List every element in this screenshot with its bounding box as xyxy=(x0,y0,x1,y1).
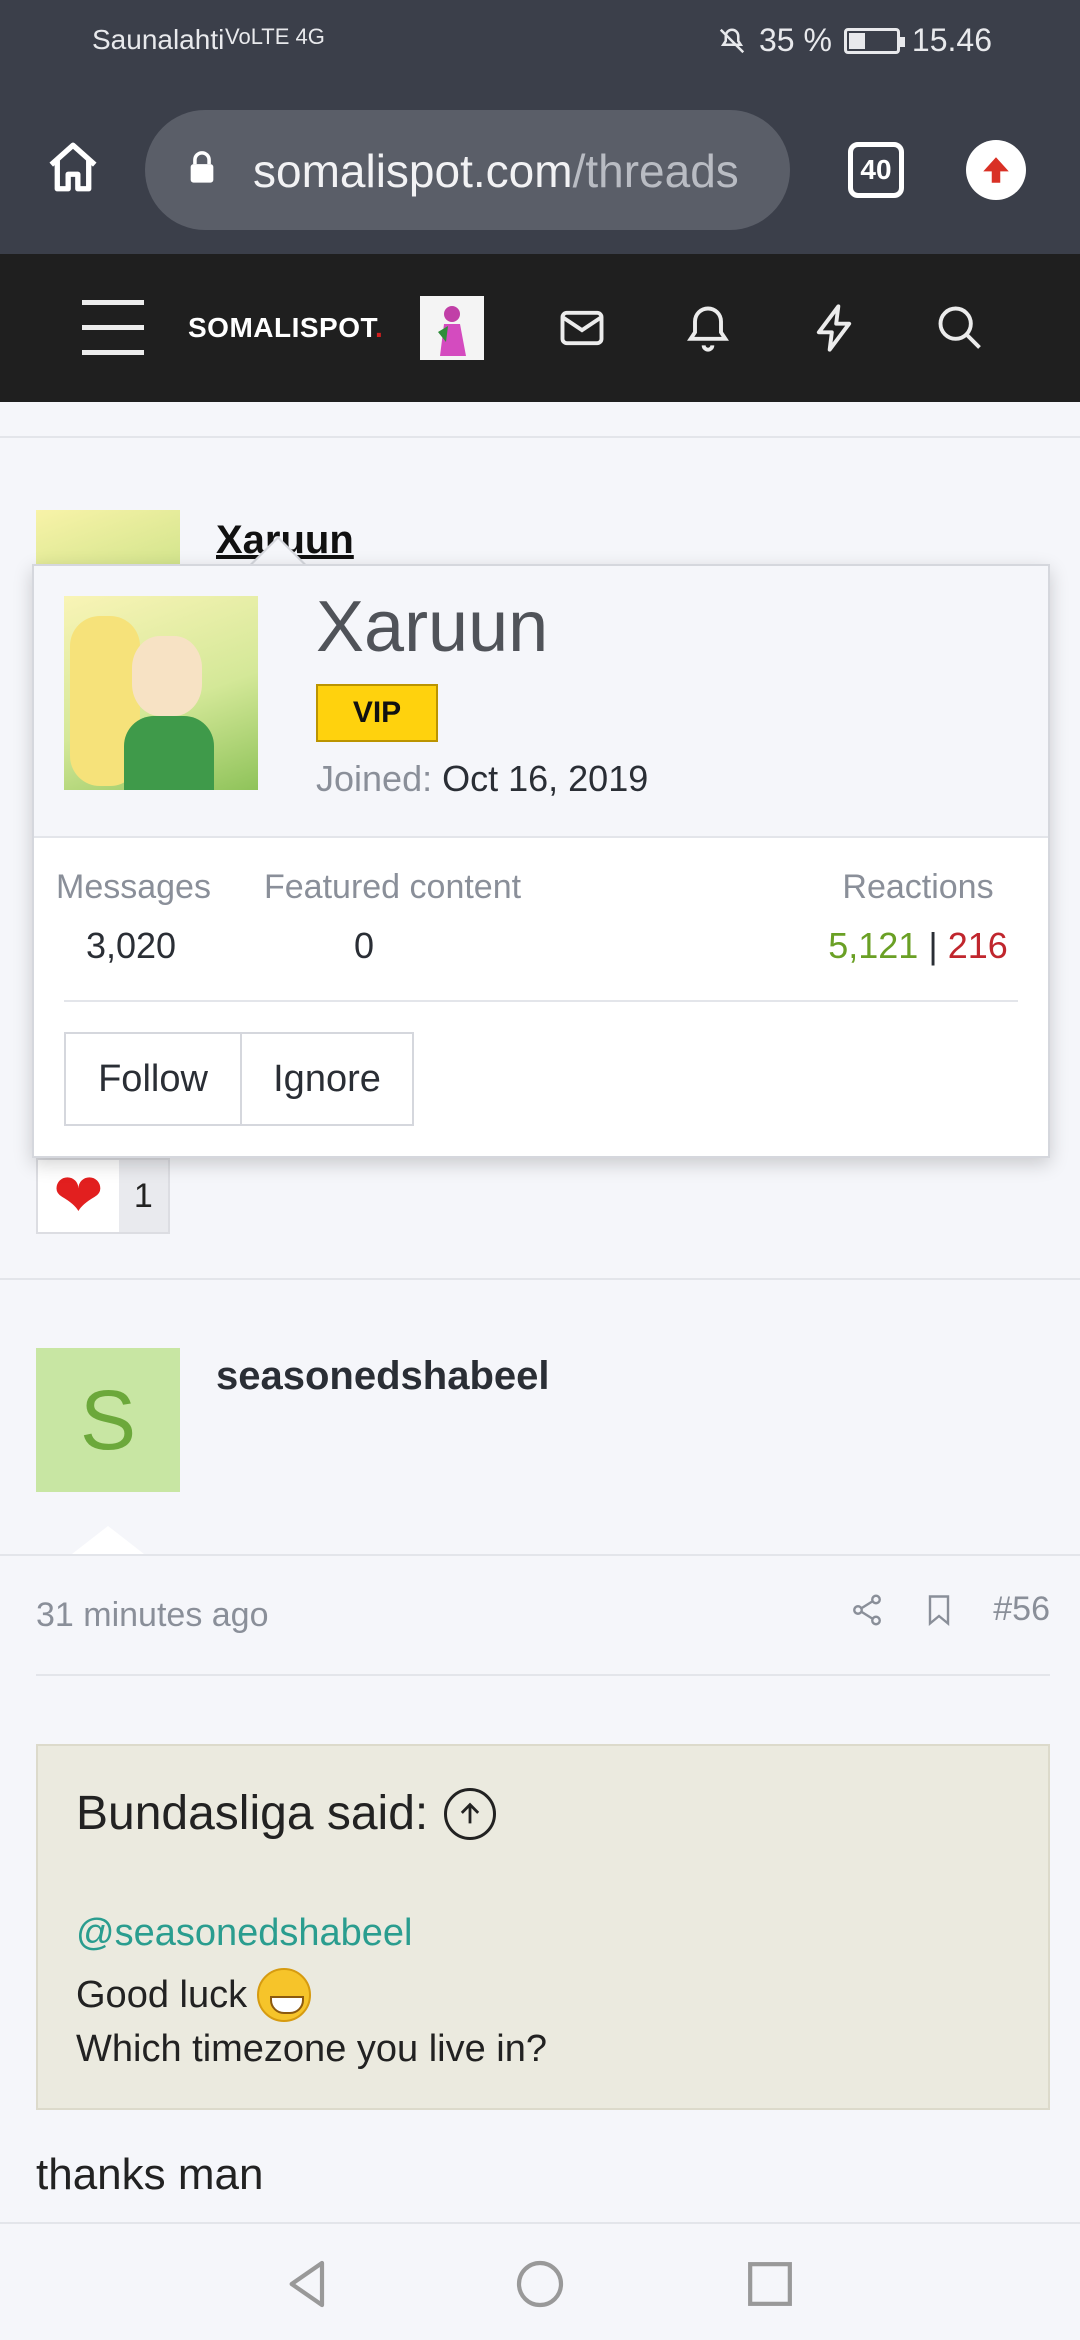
divider xyxy=(0,1278,1080,1280)
stat-value: 5,121 | 216 xyxy=(808,925,1028,967)
browser-toolbar: somalispot.com/threads 40 xyxy=(0,84,1080,254)
stat-value: 3,020 xyxy=(85,925,177,966)
site-logo[interactable]: SOMALISPOT. xyxy=(188,312,383,344)
system-nav-bar xyxy=(0,2222,1080,2340)
url-host: somalispot.com xyxy=(253,145,573,197)
url-path: /threads xyxy=(572,145,739,197)
update-button[interactable] xyxy=(966,140,1026,200)
vip-badge: VIP xyxy=(316,684,438,742)
arrow-up-icon xyxy=(983,157,1009,183)
status-right: 35 % 15.46 xyxy=(717,22,992,59)
network-indicators: VoLTE 4G xyxy=(225,24,325,49)
quote-block: Bundasliga said: @seasonedshabeel Good l… xyxy=(36,1744,1050,2110)
member-joined: Joined: Oct 16, 2019 xyxy=(316,758,648,800)
reaction-summary[interactable]: ❤ 1 xyxy=(36,1158,170,1234)
tooltip-arrow xyxy=(248,536,308,567)
avatar-figure-icon xyxy=(420,296,484,360)
battery-icon xyxy=(843,27,905,54)
stat-label: Featured content xyxy=(264,868,522,906)
post-author-name[interactable]: seasonedshabeel xyxy=(216,1354,550,1399)
post-number[interactable]: #56 xyxy=(993,1590,1050,1629)
member-card-header: Xaruun VIP Joined: Oct 16, 2019 xyxy=(34,566,1048,838)
stat-label: Reactions xyxy=(842,868,994,906)
back-icon[interactable] xyxy=(280,2256,336,2312)
recents-icon[interactable] xyxy=(742,2256,798,2312)
mute-bell-icon xyxy=(719,27,745,53)
site-header: SOMALISPOT. xyxy=(0,254,1080,402)
member-name[interactable]: Xaruun xyxy=(316,586,548,668)
quote-mention[interactable]: @seasonedshabeel xyxy=(76,1912,413,1955)
member-tooltip-card: Xaruun VIP Joined: Oct 16, 2019 Messages… xyxy=(32,564,1050,1158)
post-author-avatar[interactable]: S xyxy=(36,1348,180,1492)
divider xyxy=(36,1674,1050,1676)
lightning-icon[interactable] xyxy=(808,302,860,354)
stat-value: 0 xyxy=(353,925,375,966)
reaction-count: 1 xyxy=(118,1160,168,1232)
grin-emoji-icon xyxy=(257,1968,312,2022)
user-avatar[interactable] xyxy=(420,296,484,360)
quote-line: Good luck xyxy=(76,1968,312,2022)
member-avatar[interactable] xyxy=(64,596,258,790)
bell-icon[interactable] xyxy=(682,302,734,354)
divider xyxy=(64,1000,1018,1002)
quote-author: Bundasliga said: xyxy=(76,1787,429,1840)
url-text: somalispot.com/threads xyxy=(253,144,739,198)
home-nav-icon[interactable] xyxy=(512,2256,568,2312)
home-icon[interactable] xyxy=(44,138,102,196)
joined-label: Joined: xyxy=(316,758,433,799)
reactions-separator: | xyxy=(918,925,948,966)
logo-text: SOMALISPOT xyxy=(188,312,376,343)
quote-line: Which timezone you live in? xyxy=(76,2028,547,2070)
inbox-icon[interactable] xyxy=(556,302,608,354)
ignore-button[interactable]: Ignore xyxy=(240,1032,414,1126)
lock-icon xyxy=(190,151,214,183)
search-icon[interactable] xyxy=(934,302,986,354)
battery-percent: 35 % xyxy=(758,22,832,58)
reactions-positive: 5,121 xyxy=(828,925,919,966)
post-body-text: thanks man xyxy=(36,2150,264,2199)
clock: 15.46 xyxy=(911,22,992,58)
reactions-negative: 216 xyxy=(947,925,1008,966)
follow-button[interactable]: Follow xyxy=(64,1032,242,1126)
share-icon[interactable] xyxy=(849,1592,885,1628)
stat-messages: Messages 3,020 xyxy=(56,868,211,967)
post-time[interactable]: 31 minutes ago xyxy=(36,1596,269,1635)
heart-icon: ❤ xyxy=(53,1162,104,1229)
status-bar: Saunalahti VoLTE 4G 35 % 15.46 xyxy=(0,0,1080,84)
menu-icon[interactable] xyxy=(82,300,144,355)
quote-text: Good luck xyxy=(76,1973,248,2016)
carrier-name: Saunalahti xyxy=(92,24,225,55)
joined-date: Oct 16, 2019 xyxy=(442,758,649,799)
stat-label: Messages xyxy=(56,868,211,906)
arrow-up-circle-icon[interactable] xyxy=(444,1787,497,1840)
logo-dot: . xyxy=(375,312,384,343)
address-bar[interactable]: somalispot.com/threads xyxy=(145,110,790,230)
quote-header[interactable]: Bundasliga said: xyxy=(76,1786,497,1841)
bookmark-icon[interactable] xyxy=(921,1592,957,1628)
post-actions: #56 xyxy=(849,1590,1050,1629)
tab-switcher-button[interactable]: 40 xyxy=(848,142,904,198)
stat-featured: Featured content 0 xyxy=(264,868,521,967)
author-caret xyxy=(72,1526,144,1554)
stat-reactions: Reactions 5,121 | 216 xyxy=(808,868,1028,967)
post-meta: 31 minutes ago #56 xyxy=(0,1554,1080,1674)
